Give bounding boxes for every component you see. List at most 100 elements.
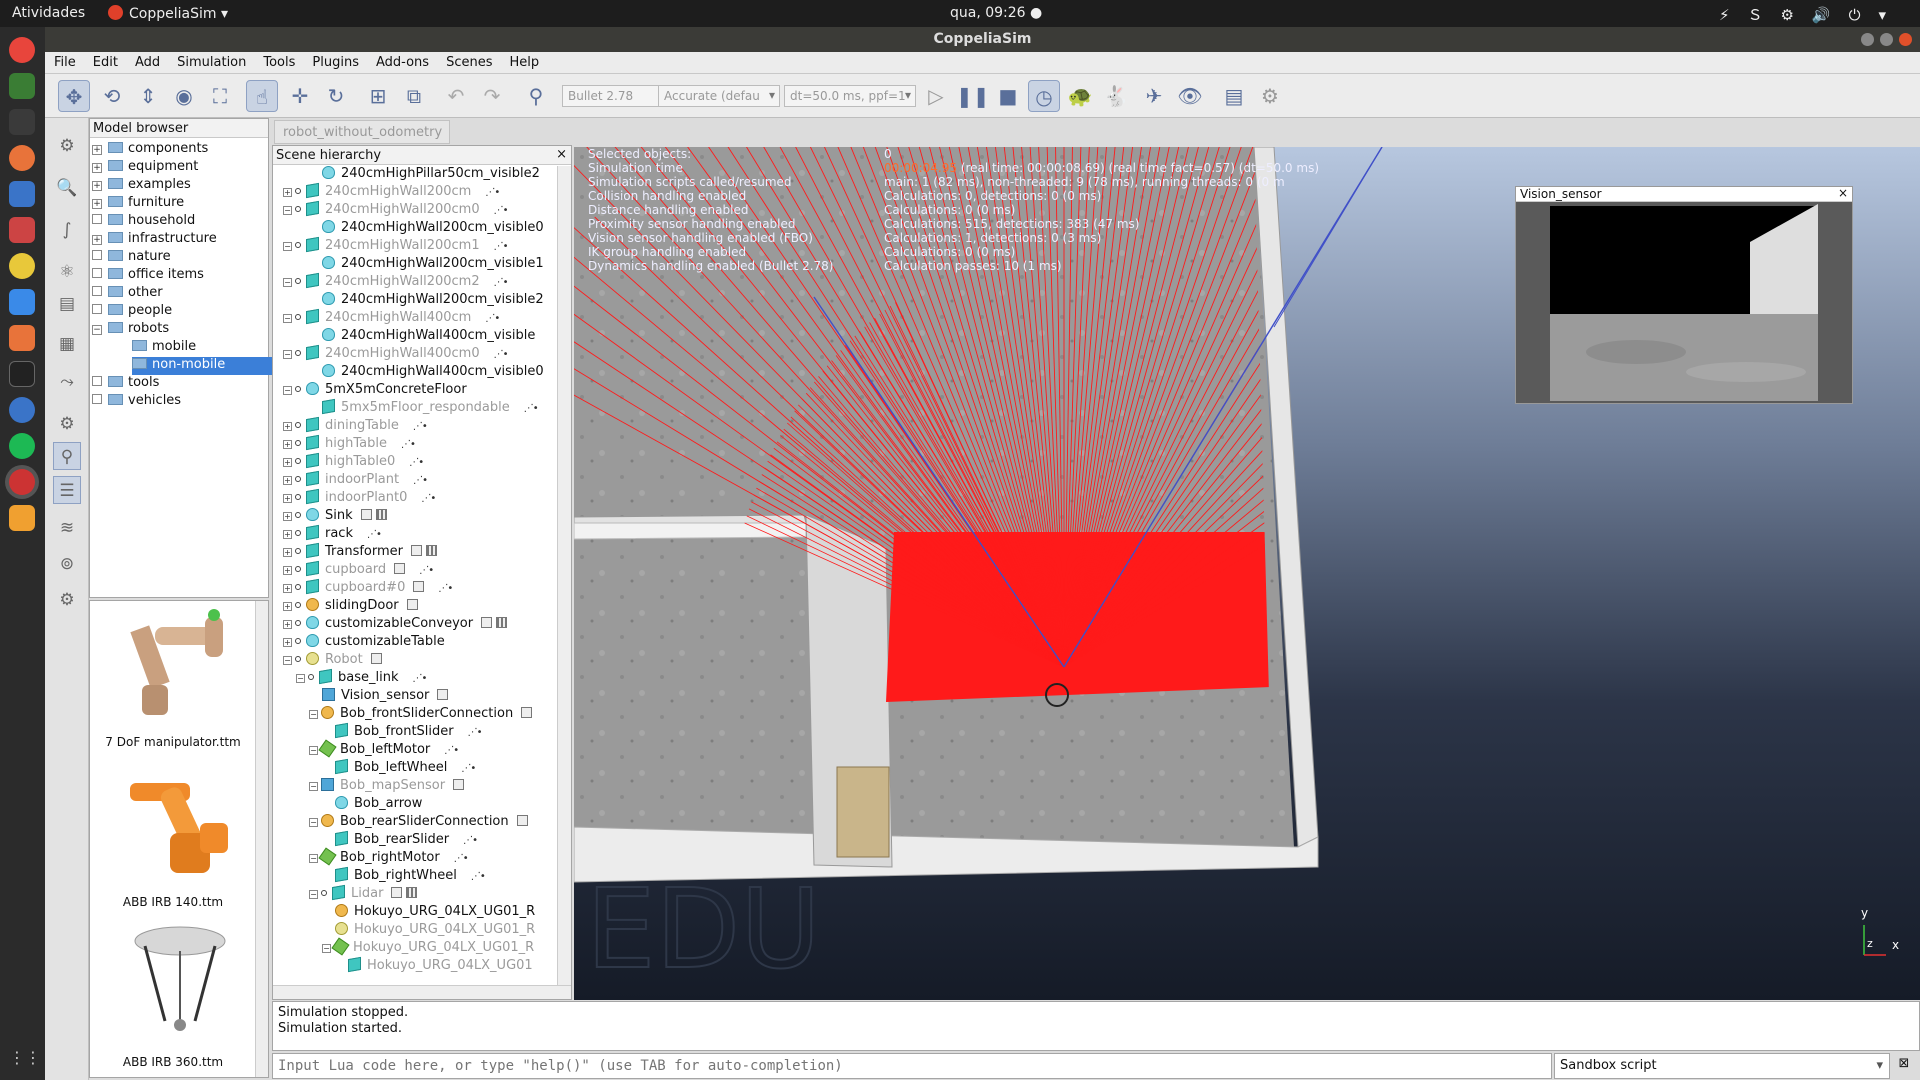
scene-object-row[interactable]: − 240cmHighWall200cm2 ⋰• [283,272,509,292]
layers-icon[interactable]: ≋ [53,514,81,542]
scene-object-row[interactable]: − Bob_leftMotor ⋰• [309,739,459,760]
script-icon[interactable] [521,707,533,718]
expand-toggle[interactable]: − [283,350,292,359]
expand-toggle[interactable]: + [92,145,102,155]
window-titlebar[interactable]: CoppeliaSim [45,27,1920,52]
expand-toggle[interactable]: + [283,512,292,521]
expand-toggle[interactable] [92,214,102,224]
app-menu[interactable]: CoppeliaSim ▾ [108,5,228,22]
scene-object-row[interactable]: − base_link ⋰• [296,668,427,688]
scene-object-row[interactable]: − 5mX5mConcreteFloor [283,382,467,400]
scene-object-row[interactable]: 240cmHighWall400cm_visible0 [309,364,544,382]
hierarchy-horizontal-scrollbar[interactable] [273,985,571,999]
assemble-icon[interactable]: ⊞ [362,80,394,112]
calc-module-icon[interactable]: ⚛ [53,258,81,286]
expand-toggle[interactable]: − [309,746,318,755]
files-icon[interactable] [9,217,35,243]
software-icon[interactable] [9,325,35,351]
customization-script-icon[interactable] [375,509,387,520]
model-folder-infrastructure[interactable]: + infrastructure [92,231,267,249]
close-vision-icon[interactable]: × [1838,186,1848,200]
scene-object-row[interactable]: Bob_arrow [322,796,422,814]
expand-toggle[interactable]: + [283,548,292,557]
expand-toggle[interactable]: + [92,235,102,245]
scene-object-row[interactable]: + diningTable ⋰• [283,416,428,436]
scene-object-row[interactable]: − Bob_rightMotor ⋰• [309,847,469,868]
expand-toggle[interactable] [92,250,102,260]
script-icon[interactable] [360,509,372,520]
hierarchy-vertical-scrollbar[interactable] [557,166,571,986]
page-selector-icon[interactable]: ▤ [1218,80,1250,112]
threaded-rendering-icon[interactable]: ✈ [1138,80,1170,112]
camera-pan-icon[interactable]: ✥ [58,80,90,112]
expand-toggle[interactable]: − [283,314,292,323]
user-settings-icon[interactable]: ⚙ [53,586,81,614]
vision-sensor-window[interactable]: Vision_sensor × [1515,186,1853,404]
model-folder-mobile[interactable]: mobile [132,339,282,357]
math-calc-icon[interactable]: ∫ [53,216,81,244]
scene-object-row[interactable]: + indoorPlant ⋰• [283,470,428,490]
script-icon[interactable] [516,815,528,826]
thumb-7dof-manipulator[interactable] [110,607,250,725]
scene-object-row[interactable]: + Sink [283,508,387,526]
expand-toggle[interactable]: − [283,206,292,215]
model-folder-tools[interactable]: tools [92,375,267,393]
script-icon[interactable] [391,887,403,898]
expand-toggle[interactable]: − [283,386,292,395]
camera-angle-icon[interactable]: ◉ [168,80,200,112]
expand-toggle[interactable]: + [283,620,292,629]
model-folder-people[interactable]: people [92,303,267,321]
scene-object-row[interactable]: + customizableConveyor [283,616,508,634]
expand-toggle[interactable]: − [309,854,318,863]
scene-object-row[interactable]: Vision_sensor [309,688,449,706]
script-icon[interactable] [370,653,382,664]
show-apps-icon[interactable]: ⋮⋮ [9,1045,41,1071]
magnifier-icon[interactable]: 🔍 [53,174,81,202]
close-hierarchy-icon[interactable]: × [556,147,567,162]
expand-toggle[interactable]: − [296,674,305,683]
scene-hierarchy-icon[interactable]: ☰ [53,476,81,504]
model-folder-equipment[interactable]: + equipment [92,159,267,177]
expand-toggle[interactable]: + [283,476,292,485]
expand-toggle[interactable]: + [283,530,292,539]
scene-object-row[interactable]: − Hokuyo_URG_04LX_UG01_R [322,937,534,958]
script-icon[interactable] [453,779,465,790]
model-folder-nature[interactable]: nature [92,249,267,267]
shape-edit-icon[interactable]: ▦ [53,330,81,358]
expand-toggle[interactable]: + [283,188,292,197]
scene-object-row[interactable]: Bob_rightWheel ⋰• [322,866,486,886]
script-icon[interactable] [481,617,493,628]
text-editor-icon[interactable] [9,505,35,531]
scene-object-row[interactable]: − 240cmHighWall400cm ⋰• [283,308,500,328]
scene-object-row[interactable]: + indoorPlant0 ⋰• [283,488,436,508]
expand-toggle[interactable]: − [309,782,318,791]
model-browser-icon[interactable]: ⚲ [53,442,81,470]
customization-script-icon[interactable] [406,887,418,898]
help-icon[interactable] [9,397,35,423]
faster-icon[interactable]: 🐇 [1100,80,1132,112]
scene-object-row[interactable]: 240cmHighWall200cm_visible2 [309,292,544,310]
terminal-icon[interactable] [9,361,35,387]
click-selection-icon[interactable]: ☝ [246,80,278,112]
slower-icon[interactable]: 🐢 [1064,80,1096,112]
writer-icon[interactable] [9,289,35,315]
scene-object-row[interactable]: 240cmHighWall400cm_visible [309,328,535,346]
activities-button[interactable]: Atividades [12,5,85,21]
expand-toggle[interactable]: + [283,638,292,647]
expand-toggle[interactable] [92,304,102,314]
model-folder-examples[interactable]: + examples [92,177,267,195]
camera-shift-icon[interactable]: ⇕ [132,80,164,112]
timestep-select[interactable]: dt=50.0 ms, ppf=1 [784,85,916,107]
minimize-icon[interactable] [1861,33,1874,46]
menu-plugins[interactable]: Plugins [303,52,367,70]
expand-toggle[interactable] [92,376,102,386]
scene-object-row[interactable]: − Bob_mapSensor [309,778,465,796]
object-rotate-icon[interactable]: ↻ [320,80,352,112]
scene-object-row[interactable]: + cupboard#0 ⋰• [283,578,453,598]
scene-object-row[interactable]: +240cmHighWall200cm ⋰• [283,182,500,202]
script-icon[interactable] [413,581,425,592]
camera-rotate-icon[interactable]: ⟲ [96,80,128,112]
expand-toggle[interactable]: + [283,440,292,449]
scene-object-row[interactable]: + highTable ⋰• [283,434,416,454]
scene-object-row[interactable]: Bob_rearSlider ⋰• [322,830,478,850]
